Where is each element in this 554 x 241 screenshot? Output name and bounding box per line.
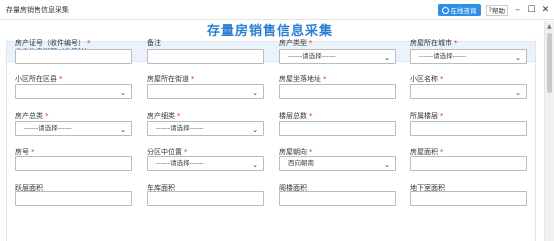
select-field[interactable]: ⌄ (15, 84, 132, 99)
select-value: ------请选择------ (24, 124, 72, 132)
required-marker: * (184, 148, 188, 156)
field-label: 小区名称 * (410, 74, 444, 84)
required-marker: * (87, 39, 91, 47)
required-marker: * (309, 148, 313, 156)
page-title: 存量房销售信息采集 (206, 24, 333, 39)
field-label: 房屋所在城市 * (410, 38, 458, 48)
chevron-down-icon: ⌄ (384, 161, 390, 169)
text-input[interactable] (15, 156, 132, 171)
house-info-panel: 房产信息说明（市场法） 房产证号（收件编号）*备注房产类型*------请选择-… (6, 38, 536, 241)
minimize-icon[interactable]: – (513, 5, 522, 15)
select-value: ------请选择------ (156, 124, 204, 132)
required-marker: * (454, 39, 458, 47)
chevron-down-icon: ⌄ (384, 54, 390, 62)
text-input[interactable] (410, 191, 527, 206)
chevron-down-icon: ⌄ (252, 161, 258, 169)
required-marker: * (31, 148, 35, 156)
field-label: 房产总类 * (15, 111, 49, 121)
field-label-text: 房产总类 (15, 112, 43, 120)
text-input[interactable] (15, 191, 132, 206)
select-value: ------请选择------ (288, 52, 336, 60)
field-label-text: 房产类型 (279, 39, 307, 47)
select-field[interactable]: ------请选择------ ⌄ (147, 156, 264, 171)
required-marker: * (191, 75, 195, 83)
field-label-text: 房屋所在城市 (410, 39, 452, 47)
required-marker: * (309, 39, 313, 47)
text-input[interactable] (279, 121, 396, 136)
select-value: 西向朝南 (288, 159, 314, 167)
field-label-text: 所属楼层 (410, 112, 438, 120)
chevron-down-icon: ⌄ (120, 89, 126, 97)
field-label: 房产细类 * (147, 111, 181, 121)
chevron-down-icon: ⌄ (252, 89, 258, 97)
text-input[interactable] (279, 84, 396, 99)
field-label-text: 房屋面积 (410, 148, 438, 156)
field-label-text: 楼层总数 (279, 112, 307, 120)
scrollbar-thumb[interactable] (547, 33, 552, 93)
text-input[interactable] (147, 191, 264, 206)
field-label: 所属楼层 * (410, 111, 444, 121)
field-label-text: 房屋坐落地址 (279, 75, 321, 83)
select-value: ------请选择------ (156, 159, 204, 167)
chevron-down-icon: ⌄ (120, 126, 126, 134)
select-field[interactable]: ------请选择------ ⌄ (15, 121, 132, 136)
select-field[interactable]: ------请选择------ ⌄ (279, 49, 396, 64)
window-titlebar: 存量房销售信息采集 在线咨询 ? 帮助 – ☐ ✕ (0, 0, 554, 20)
required-marker: * (440, 75, 444, 83)
field-label-text: 小区名称 (410, 75, 438, 83)
required-marker: * (59, 75, 63, 83)
select-field[interactable]: 西向朝南 ⌄ (279, 156, 396, 171)
chevron-down-icon: ⌄ (252, 126, 258, 134)
headset-icon (441, 6, 449, 14)
help-label: 帮助 (492, 7, 505, 15)
field-label-text: 房屋朝向 (279, 148, 307, 156)
required-marker: * (177, 112, 181, 120)
text-input[interactable] (410, 156, 527, 171)
field-label: 房屋所在街道 * (147, 74, 195, 84)
required-marker: * (440, 148, 444, 156)
online-consult-label: 在线咨询 (450, 7, 477, 15)
text-input[interactable] (279, 191, 396, 206)
chevron-down-icon: ⌄ (515, 54, 521, 62)
required-marker: * (45, 112, 49, 120)
text-input[interactable] (410, 121, 527, 136)
select-field[interactable]: ------请选择------ ⌄ (147, 121, 264, 136)
scroll-up-icon[interactable]: ▲ (547, 23, 552, 30)
field-label: 房屋坐落地址 * (279, 74, 327, 84)
required-marker: * (309, 112, 313, 120)
select-field[interactable]: ⌄ (147, 84, 264, 99)
online-consult-button[interactable]: 在线咨询 (437, 4, 481, 16)
field-label-text: 小区所在区县 (15, 75, 57, 83)
chevron-down-icon: ⌄ (515, 89, 521, 97)
close-icon[interactable]: ✕ (541, 5, 550, 15)
help-button[interactable]: ? 帮助 (485, 4, 508, 16)
text-input[interactable] (15, 49, 132, 64)
select-field[interactable]: ------请选择------ ⌄ (410, 49, 527, 64)
field-label-text: 房号 (15, 148, 29, 156)
field-label-text: 分区中位置 (147, 148, 182, 156)
field-label: 楼层总数 * (279, 111, 313, 121)
field-label-text: 房产证号（收件编号） (15, 39, 85, 47)
maximize-icon[interactable]: ☐ (527, 5, 536, 15)
field-label: 房产类型 * (279, 38, 313, 48)
required-marker: * (440, 112, 444, 120)
select-value: ------请选择------ (419, 52, 467, 60)
field-label-text: 备注 (147, 39, 161, 47)
field-label-text: 房屋所在街道 (147, 75, 189, 83)
titlebar-controls: 在线咨询 ? 帮助 – ☐ ✕ (437, 3, 550, 17)
field-label: 小区所在区县 * (15, 74, 63, 84)
text-input[interactable] (147, 49, 264, 64)
select-field[interactable]: ⌄ (410, 84, 527, 99)
vertical-scrollbar[interactable]: ▲ (544, 21, 554, 241)
field-label: 房产证号（收件编号） * (15, 38, 91, 48)
required-marker: * (323, 75, 327, 83)
field-label-text: 房产细类 (147, 112, 175, 120)
field-label: 备注 (147, 38, 161, 48)
window-title: 存量房销售信息采集 (6, 6, 69, 14)
